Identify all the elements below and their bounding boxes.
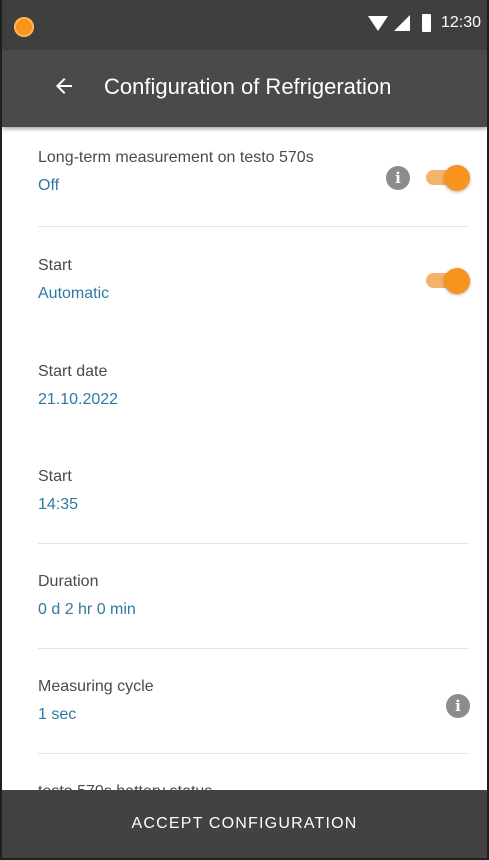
accept-configuration-label: ACCEPT CONFIGURATION	[131, 815, 358, 832]
signal-icon	[393, 15, 410, 31]
setting-value: 1 sec	[38, 706, 77, 723]
setting-label: Start	[38, 257, 72, 274]
setting-row-start-mode: Start Automatic	[38, 257, 469, 303]
battery-icon	[421, 14, 431, 32]
setting-row-start-time[interactable]: Start 14:35	[38, 468, 469, 514]
toggle-thumb	[444, 165, 470, 191]
setting-label: Start	[38, 468, 72, 485]
settings-list: Long-term measurement on testo 570s Off …	[2, 127, 487, 792]
accept-configuration-button[interactable]: ACCEPT CONFIGURATION	[2, 790, 487, 858]
wifi-icon	[367, 15, 388, 31]
testo-app-icon	[14, 17, 34, 37]
setting-row-measuring-cycle[interactable]: Measuring cycle 1 sec	[38, 678, 469, 724]
device-screen: 12:30 Configuration of Refrigeration Lon…	[0, 0, 489, 860]
status-icons: 12:30	[367, 14, 481, 32]
start-automatic-toggle[interactable]	[426, 268, 472, 294]
page-title: Configuration of Refrigeration	[104, 74, 392, 99]
arrow-left-icon[interactable]	[52, 74, 76, 98]
setting-row-duration[interactable]: Duration 0 d 2 hr 0 min	[38, 573, 469, 619]
status-time: 12:30	[440, 14, 481, 31]
divider	[38, 226, 469, 227]
setting-value: Automatic	[38, 285, 110, 302]
setting-label: Measuring cycle	[38, 678, 154, 695]
setting-label: Duration	[38, 573, 99, 590]
setting-label: Start date	[38, 363, 108, 380]
app-bar: Configuration of Refrigeration	[2, 50, 487, 127]
setting-value: 21.10.2022	[38, 391, 119, 408]
setting-row-start-date[interactable]: Start date 21.10.2022	[38, 363, 469, 409]
status-bar: 12:30	[2, 0, 487, 50]
toggle-thumb	[444, 268, 470, 294]
setting-value: 14:35	[38, 496, 79, 513]
info-icon[interactable]: i	[386, 166, 410, 190]
divider	[38, 648, 469, 649]
setting-label: Long-term measurement on testo 570s	[38, 149, 314, 166]
divider	[38, 753, 469, 754]
setting-value: 0 d 2 hr 0 min	[38, 601, 136, 618]
divider	[38, 543, 469, 544]
info-icon[interactable]: i	[446, 694, 470, 718]
long-term-measurement-toggle[interactable]	[426, 165, 472, 191]
